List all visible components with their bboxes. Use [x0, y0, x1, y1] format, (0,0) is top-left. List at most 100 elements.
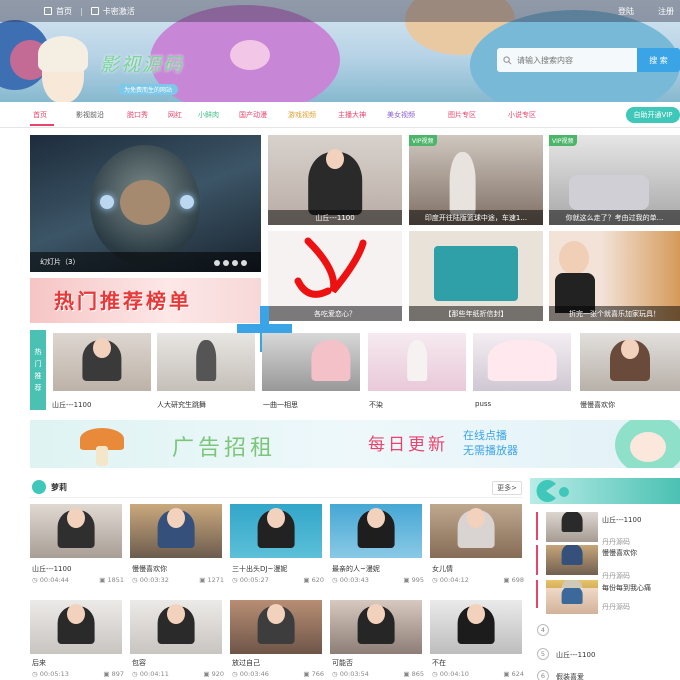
- video-card[interactable]: [130, 504, 222, 558]
- video-meta: ◷ 00:04:10 ▣ 624: [432, 670, 524, 678]
- nav-item-idols[interactable]: 小鲜肉: [198, 110, 219, 120]
- nav-active-indicator: [30, 124, 54, 126]
- video-title[interactable]: 包容: [132, 658, 146, 668]
- video-card[interactable]: [30, 504, 122, 558]
- nav-item-film-news[interactable]: 影视前沿: [76, 110, 104, 120]
- hot-card-title[interactable]: 不染: [369, 400, 383, 410]
- nav-item-novels[interactable]: 小说专区: [508, 110, 536, 120]
- featured-tile[interactable]: 【那些年纸折信封】: [409, 231, 543, 321]
- views-count: ▣ 1851: [99, 576, 124, 584]
- video-card[interactable]: [330, 600, 422, 654]
- video-title[interactable]: 放过自己: [232, 658, 260, 668]
- hot-card[interactable]: [368, 333, 466, 391]
- hero-slider[interactable]: 幻灯片（3）: [30, 135, 261, 272]
- vip-badge: VIP视频: [549, 135, 577, 146]
- video-card[interactable]: [230, 504, 322, 558]
- topbar-home-link[interactable]: 首页: [56, 6, 72, 17]
- featured-tile[interactable]: 折完一张个就喜乐加家玩具！: [549, 231, 680, 321]
- video-card[interactable]: [330, 504, 422, 558]
- more-button[interactable]: 更多>: [492, 481, 522, 495]
- hot-card-title[interactable]: 人大研究生跳舞: [157, 400, 206, 410]
- slider-dot[interactable]: [214, 260, 220, 266]
- featured-caption: 印度开往陆版篮球中途，车速1...: [409, 210, 543, 225]
- logo-tagline: 为免费而生的网站: [118, 84, 179, 95]
- video-duration: 00:05:27: [239, 576, 269, 584]
- video-views: 897: [111, 670, 124, 678]
- video-title[interactable]: 山丘---1100: [32, 564, 71, 574]
- hot-card-title[interactable]: 慢慢喜欢你: [580, 400, 615, 410]
- video-card[interactable]: [130, 600, 222, 654]
- hot-card[interactable]: [580, 333, 680, 391]
- video-card[interactable]: [30, 600, 122, 654]
- hot-card-title[interactable]: 山丘---1100: [52, 400, 91, 410]
- ad-banner[interactable]: 广告招租 每日更新 在线点播 无需播放器: [30, 420, 680, 468]
- rank-title[interactable]: 山丘---1100: [556, 650, 595, 660]
- video-title[interactable]: 不在: [432, 658, 446, 668]
- vip-signup-button[interactable]: 自助开通VIP: [626, 107, 680, 123]
- nav-item-home[interactable]: 首页: [33, 110, 47, 120]
- rank-marker: [536, 545, 538, 575]
- nav-item-game-video[interactable]: 游戏视频: [288, 110, 316, 120]
- hot-card[interactable]: [157, 333, 255, 391]
- pacman-icon: [536, 480, 569, 502]
- clock-icon-duration: ◷ 00:04:12: [432, 576, 469, 584]
- video-card[interactable]: [230, 600, 322, 654]
- clock-icon-duration: ◷ 00:03:43: [332, 576, 369, 584]
- nav-item-anime[interactable]: 国产动漫: [239, 110, 267, 120]
- nav-item-beauty[interactable]: 美女视频: [387, 110, 415, 120]
- video-meta: ◷ 00:04:44 ▣ 1851: [32, 576, 124, 584]
- nav-item-pictures[interactable]: 图片专区: [448, 110, 476, 120]
- ranking-item[interactable]: 丹丹源码: [540, 588, 680, 614]
- site-logo[interactable]: 影视源码: [100, 50, 184, 77]
- ranking-thumb[interactable]: [546, 545, 598, 575]
- ranking-thumb[interactable]: [546, 512, 598, 542]
- hot-card[interactable]: [473, 333, 571, 391]
- ranking-thumb[interactable]: [546, 588, 598, 614]
- views-count: ▣ 698: [503, 576, 524, 584]
- featured-tile[interactable]: VIP视频 印度开往陆版篮球中途，车速1...: [409, 135, 543, 225]
- video-title[interactable]: 后来: [32, 658, 46, 668]
- hot-card[interactable]: [53, 333, 151, 391]
- nav-item-streamers[interactable]: 主播大神: [338, 110, 366, 120]
- video-title[interactable]: 女儿情: [432, 564, 453, 574]
- video-meta: ◷ 00:04:11 ▣ 920: [132, 670, 224, 678]
- video-title[interactable]: 慢慢喜欢你: [132, 564, 167, 574]
- slider-dot[interactable]: [232, 260, 238, 266]
- video-title[interactable]: 可能否: [332, 658, 353, 668]
- ranking-title[interactable]: 慢慢喜欢你: [602, 548, 637, 558]
- video-duration: 00:03:43: [339, 576, 369, 584]
- video-views: 1851: [107, 576, 124, 584]
- topbar-card-activation-link[interactable]: 卡密激活: [103, 6, 135, 17]
- search-input[interactable]: [517, 55, 627, 65]
- video-meta: ◷ 00:05:13 ▣ 897: [32, 670, 124, 678]
- views-count: ▣ 897: [103, 670, 124, 678]
- login-link[interactable]: 登陆: [618, 6, 634, 17]
- hot-card-title[interactable]: 一曲一相思: [263, 400, 298, 410]
- search-button[interactable]: 搜 索: [637, 48, 680, 72]
- nav-item-influencer[interactable]: 网红: [168, 110, 182, 120]
- featured-caption: 你就这么走了？考由过我的单...: [549, 210, 680, 225]
- hot-card[interactable]: [262, 333, 360, 391]
- video-card[interactable]: [430, 504, 522, 558]
- clock-icon-duration: ◷ 00:05:27: [232, 576, 269, 584]
- featured-tile[interactable]: VIP视频 你就这么走了？考由过我的单...: [549, 135, 680, 225]
- video-views: 1271: [207, 576, 224, 584]
- register-link[interactable]: 注册: [658, 6, 674, 17]
- featured-tile[interactable]: 山丘---1100: [268, 135, 402, 225]
- hot-card-title[interactable]: puss: [475, 400, 491, 408]
- video-meta: ◷ 00:04:12 ▣ 698: [432, 576, 524, 584]
- slider-dot[interactable]: [241, 260, 247, 266]
- ranking-title[interactable]: 山丘---1100: [602, 515, 641, 525]
- header-banner: 首页 | 卡密激活 登陆 注册 影视源码 为免费而生的网站 搜 索: [0, 0, 680, 102]
- side-char: 门: [34, 360, 42, 368]
- nav-item-talk-show[interactable]: 脱口秀: [127, 110, 148, 120]
- video-title[interactable]: 最亲的人~漫妮: [332, 564, 380, 574]
- video-meta: ◷ 00:03:43 ▣ 995: [332, 576, 424, 584]
- ghost-icon: [32, 480, 46, 494]
- rank-title[interactable]: 假装喜爱: [556, 672, 584, 680]
- video-card[interactable]: [430, 600, 522, 654]
- slider-dot[interactable]: [223, 260, 229, 266]
- main-nav: 首页 影视前沿 脱口秀 网红 小鲜肉 国产动漫 游戏视频 主播大神 美女视频 图…: [0, 102, 680, 128]
- video-title[interactable]: 三十出头DJ~漫妮: [232, 564, 287, 574]
- rank-marker: [536, 580, 538, 608]
